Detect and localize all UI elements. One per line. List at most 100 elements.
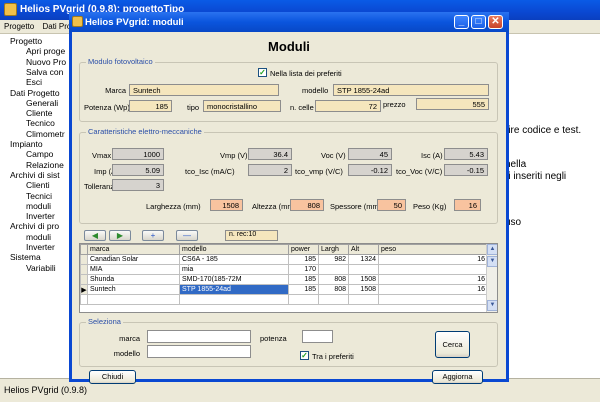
table-cell-power[interactable]: 185 (288, 284, 319, 295)
table-cell-peso[interactable]: 16 (378, 254, 488, 265)
table-scrollbar[interactable]: ▲ ▼ ▼ (486, 244, 497, 312)
table-cell-modello[interactable]: STP 1855-24ad (179, 284, 289, 295)
column-header-peso[interactable]: peso (378, 244, 488, 255)
tree-item[interactable]: Salva con (26, 67, 63, 77)
tolleranza-field[interactable]: 3 (112, 179, 164, 191)
add-record-button[interactable]: + (142, 230, 164, 241)
table-cell-marca[interactable]: Canadian Solar (87, 254, 180, 265)
tree-item[interactable]: Tecnici (26, 191, 52, 201)
column-header-alt[interactable]: Alt (348, 244, 379, 255)
tree-group[interactable]: Progetto (10, 36, 42, 46)
tree-item[interactable]: Campo (26, 149, 53, 159)
previous-record-button[interactable]: ◀ (84, 230, 106, 241)
tree-group[interactable]: Dati Progetto (10, 88, 60, 98)
moduli-table[interactable]: marca modello power Largh Alt peso Canad… (79, 243, 498, 313)
larghezza-field[interactable]: 1508 (210, 199, 243, 211)
record-count: n. rec:10 (225, 230, 278, 241)
table-cell-alt[interactable]: 1508 (348, 284, 379, 295)
tree-item[interactable]: Generali (26, 98, 58, 108)
column-header-power[interactable]: power (288, 244, 319, 255)
table-cell-alt[interactable] (348, 264, 379, 275)
search-marca-input[interactable] (147, 330, 251, 343)
tree-item[interactable]: Nuovo Pro (26, 57, 66, 67)
scroll-up-button[interactable]: ▲ (487, 244, 497, 255)
search-preferiti-checkbox[interactable]: ✓ (300, 351, 309, 360)
column-header-modello[interactable]: modello (179, 244, 289, 255)
tco-isc-field[interactable]: 2 (248, 164, 292, 176)
scroll-down-button[interactable]: ▼ (487, 256, 497, 267)
tree-item[interactable]: Clienti (26, 180, 50, 190)
table-cell-marca[interactable]: Suntech (87, 284, 180, 295)
search-modello-input[interactable] (147, 345, 251, 358)
menu-progetto[interactable]: Progetto (4, 22, 34, 31)
vmp-field[interactable]: 36.4 (248, 148, 292, 160)
tree-item[interactable]: moduli (26, 232, 51, 242)
table-row[interactable]: ▶ Suntech STP 1855-24ad 185 808 1508 16 (80, 284, 488, 295)
table-cell-largh[interactable]: 808 (318, 274, 349, 285)
tree-item[interactable]: Esci (26, 77, 42, 87)
table-row[interactable]: Canadian Solar CS6A - 185 185 982 1324 16 (80, 254, 488, 265)
tree-item[interactable]: Apri proge (26, 46, 65, 56)
table-cell-peso[interactable]: 16 (378, 274, 488, 285)
table-cell-marca[interactable]: Shunda (87, 274, 180, 285)
tree-item[interactable]: Tecnico (26, 118, 55, 128)
tree-group[interactable]: Sistema (10, 252, 41, 262)
tco-vmp-field[interactable]: -0.12 (348, 164, 392, 176)
voc-field[interactable]: 45 (348, 148, 392, 160)
tree-item[interactable]: moduli (26, 201, 51, 211)
table-cell-largh[interactable]: 982 (318, 254, 349, 265)
table-cell-modello[interactable]: SMD-170(185-72M (179, 274, 289, 285)
delete-record-button[interactable]: — (176, 230, 198, 241)
table-cell-largh[interactable]: 808 (318, 284, 349, 295)
arrow-left-icon: ◀ (91, 231, 99, 240)
marca-field[interactable]: Suntech (129, 84, 279, 96)
altezza-field[interactable]: 808 (290, 199, 324, 211)
tree-item[interactable]: Inverter (26, 242, 55, 252)
tree-item[interactable]: Climometr (26, 129, 65, 139)
tree-group[interactable]: Impianto (10, 139, 43, 149)
table-row[interactable]: MIA mia 170 (80, 264, 488, 275)
tipo-field[interactable]: monocristallino (203, 100, 281, 112)
minimize-button[interactable]: _ (454, 15, 469, 29)
search-potenza-input[interactable] (302, 330, 333, 343)
prezzo-field[interactable]: 555 (416, 98, 489, 110)
table-cell-power[interactable]: 185 (288, 274, 319, 285)
tree-item[interactable]: Variabili (26, 263, 56, 273)
table-cell-alt[interactable]: 1324 (348, 254, 379, 265)
close-button[interactable]: ✕ (488, 15, 503, 29)
tco-voc-field[interactable]: -0.15 (444, 164, 488, 176)
aggiorna-button[interactable]: Aggiorna (432, 370, 483, 384)
column-header-largh[interactable]: Largh (318, 244, 349, 255)
table-cell-largh[interactable] (318, 264, 349, 275)
vmax-field[interactable]: 1000 (112, 148, 164, 160)
modello-field[interactable]: STP 1855-24ad (333, 84, 489, 96)
tree-item[interactable]: Cliente (26, 108, 52, 118)
scroll-down-bottom-button[interactable]: ▼ (487, 300, 497, 311)
peso-field[interactable]: 16 (454, 199, 481, 211)
spessore-field[interactable]: 50 (377, 199, 406, 211)
tree-item[interactable]: Relazione (26, 160, 64, 170)
maximize-button[interactable]: □ (471, 15, 486, 29)
next-record-button[interactable]: ▶ (109, 230, 131, 241)
table-cell-peso[interactable] (378, 264, 488, 275)
table-cell-power[interactable]: 170 (288, 264, 319, 275)
table-cell-modello[interactable]: CS6A - 185 (179, 254, 289, 265)
table-cell-modello[interactable]: mia (179, 264, 289, 275)
dialog-titlebar[interactable]: Helios PVgrid: moduli _ □ ✕ (69, 12, 509, 32)
table-cell-peso[interactable]: 16 (378, 284, 488, 295)
tree-group[interactable]: Archivi di sist (10, 170, 60, 180)
table-cell-power[interactable]: 185 (288, 254, 319, 265)
isc-field[interactable]: 5.43 (444, 148, 488, 160)
chiudi-button[interactable]: Chiudi (89, 370, 136, 384)
table-row[interactable]: Shunda SMD-170(185-72M 185 808 1508 16 (80, 274, 488, 285)
n-celle-field[interactable]: 72 (315, 100, 381, 112)
column-header-marca[interactable]: marca (87, 244, 180, 255)
imp-field[interactable]: 5.09 (112, 164, 164, 176)
preferiti-checkbox[interactable]: ✓ (258, 68, 267, 77)
table-cell-alt[interactable]: 1508 (348, 274, 379, 285)
tree-item[interactable]: Inverter (26, 211, 55, 221)
potenza-field[interactable]: 185 (129, 100, 172, 112)
table-cell-marca[interactable]: MIA (87, 264, 180, 275)
tree-group[interactable]: Archivi di pro (10, 221, 59, 231)
cerca-button[interactable]: Cerca (435, 331, 470, 358)
